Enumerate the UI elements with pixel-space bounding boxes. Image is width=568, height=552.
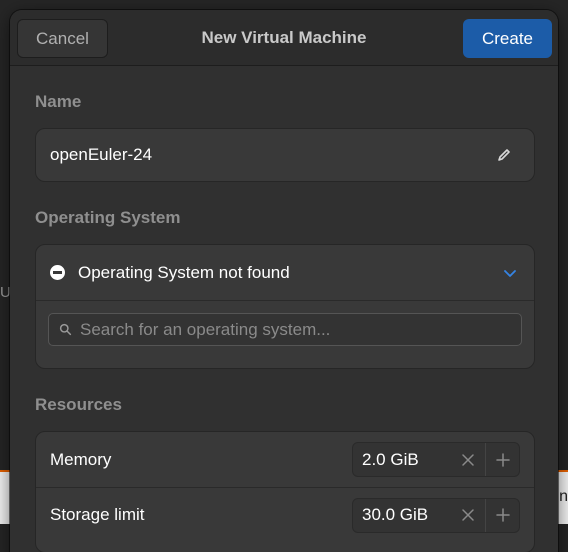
close-x-icon bbox=[462, 453, 474, 466]
os-status-text: Operating System not found bbox=[78, 262, 290, 282]
resources-section-heading: Resources bbox=[35, 395, 122, 414]
chevron-down-icon[interactable] bbox=[502, 265, 518, 281]
resources-card: Memory 2.0 GiB Storage limit 30.0 GiB bbox=[35, 431, 535, 552]
background-text-right: n bbox=[559, 488, 568, 505]
os-search-field[interactable] bbox=[48, 313, 522, 346]
new-vm-dialog: Cancel New Virtual Machine Create Name o… bbox=[10, 10, 558, 552]
memory-increase-button[interactable] bbox=[485, 443, 519, 476]
memory-value[interactable]: 2.0 GiB bbox=[353, 450, 451, 470]
name-entry-row[interactable]: openEuler-24 bbox=[35, 128, 535, 182]
plus-icon bbox=[495, 508, 510, 522]
dialog-title: New Virtual Machine bbox=[201, 27, 367, 47]
storage-decrease-button[interactable] bbox=[451, 499, 485, 532]
memory-row: Memory 2.0 GiB bbox=[36, 432, 534, 487]
name-section-heading: Name bbox=[35, 92, 82, 111]
os-search-input[interactable] bbox=[80, 319, 511, 340]
name-value[interactable]: openEuler-24 bbox=[50, 145, 496, 165]
storage-spinbutton[interactable]: 30.0 GiB bbox=[352, 497, 520, 533]
edit-pencil-icon[interactable] bbox=[496, 147, 512, 163]
storage-increase-button[interactable] bbox=[485, 498, 519, 532]
minus-circle-icon bbox=[50, 265, 65, 280]
close-x-icon bbox=[462, 509, 474, 521]
cancel-button[interactable]: Cancel bbox=[17, 19, 108, 58]
plus-icon bbox=[495, 452, 510, 467]
memory-decrease-button[interactable] bbox=[451, 443, 485, 476]
os-expander-row[interactable]: Operating System not found bbox=[36, 245, 534, 301]
create-button[interactable]: Create bbox=[463, 19, 552, 58]
storage-row: Storage limit 30.0 GiB bbox=[36, 487, 534, 542]
os-card: Operating System not found bbox=[35, 244, 535, 369]
os-section-heading: Operating System bbox=[35, 208, 181, 227]
search-icon bbox=[59, 323, 72, 336]
dialog-headerbar: Cancel New Virtual Machine Create bbox=[10, 10, 558, 66]
storage-value[interactable]: 30.0 GiB bbox=[353, 505, 451, 525]
memory-spinbutton[interactable]: 2.0 GiB bbox=[352, 442, 520, 477]
